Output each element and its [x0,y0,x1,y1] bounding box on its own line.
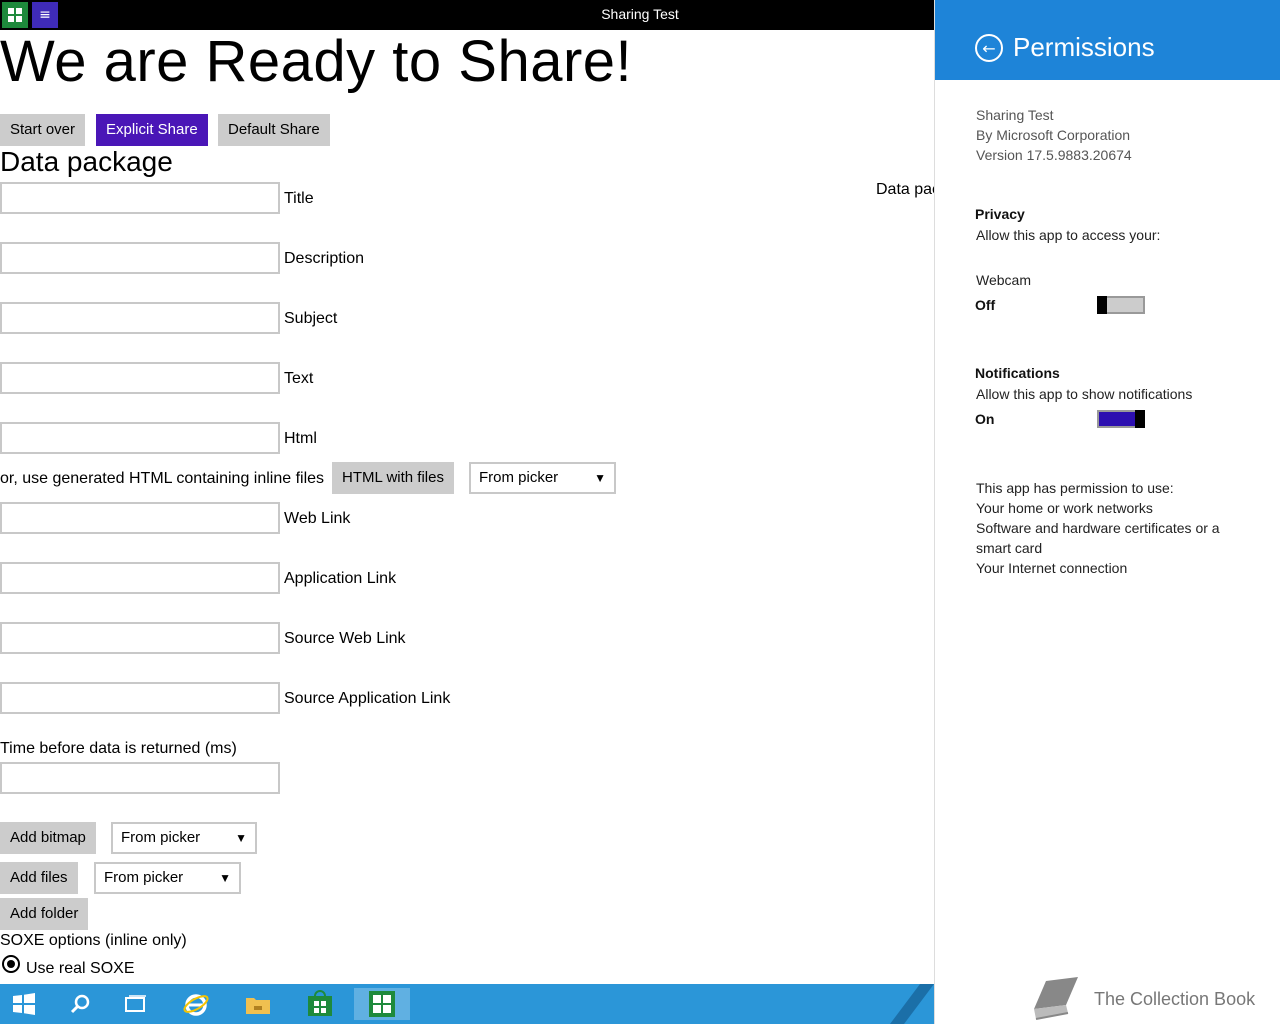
bitmap-source-value: From picker [121,829,201,846]
task-view-icon[interactable] [120,988,152,1020]
watermark: The Collection Book [1030,975,1280,1023]
permissions-panel: ← Permissions Sharing Test By Microsoft … [934,0,1280,1024]
bitmap-source-select[interactable]: From picker ▼ [111,822,257,854]
publisher: By Microsoft Corporation [976,127,1131,143]
html-input[interactable] [0,422,280,454]
watermark-text: The Collection Book [1094,989,1256,1009]
permission-item: Software and hardware certificates or a [976,520,1220,536]
title-input[interactable] [0,182,280,214]
source-web-link-input[interactable] [0,622,280,654]
web-link-input[interactable] [0,502,280,534]
application-link-label: Application Link [284,570,397,587]
panel-header: ← Permissions [935,0,1280,80]
app-name: Sharing Test [976,107,1054,123]
permission-heading: This app has permission to use: [976,480,1174,496]
subject-input[interactable] [0,302,280,334]
taskbar [0,984,934,1024]
source-web-link-label: Source Web Link [284,630,406,647]
time-input[interactable] [0,762,280,794]
web-link-label: Web Link [284,510,351,527]
default-share-button[interactable]: Default Share [218,114,330,146]
search-icon[interactable] [64,988,96,1020]
sharing-test-app-icon[interactable] [354,988,410,1020]
source-application-link-label: Source Application Link [284,690,451,707]
notifications-state: On [975,411,995,427]
panel-title: Permissions [1013,32,1155,62]
webcam-toggle[interactable] [1097,296,1145,314]
internet-explorer-icon[interactable] [180,988,212,1020]
section-title: Data package [0,146,173,177]
notifications-description: Allow this app to show notifications [976,386,1193,402]
chevron-down-icon: ▼ [594,471,606,485]
add-folder-button[interactable]: Add folder [0,898,89,930]
webcam-state: Off [975,297,996,313]
windows-start-icon[interactable] [8,988,40,1020]
html-files-source-value: From picker [479,469,559,486]
html-files-source-select[interactable]: From picker ▼ [469,462,616,494]
files-source-value: From picker [104,869,184,886]
title-bar: ≡ Sharing Test [0,0,934,30]
soxe-options-label: SOXE options (inline only) [0,932,187,949]
text-label: Text [284,370,314,387]
chevron-down-icon: ▼ [219,871,231,885]
notifications-toggle[interactable] [1097,410,1145,428]
subject-label: Subject [284,310,338,327]
store-icon[interactable] [304,988,336,1020]
text-input[interactable] [0,362,280,394]
page-heading: We are Ready to Share! [0,29,633,94]
html-with-files-button[interactable]: HTML with files [332,462,454,494]
truncated-label: Data pac [876,181,934,198]
html-label: Html [284,430,317,447]
html-files-prefix: or, use generated HTML containing inline… [0,470,325,487]
use-real-soxe-label: Use real SOXE [26,960,135,977]
description-label: Description [284,250,365,267]
toggle-knob [1135,410,1145,428]
back-arrow-icon[interactable]: ← [975,34,1003,62]
permission-item: smart card [976,540,1043,556]
add-bitmap-button[interactable]: Add bitmap [0,822,96,854]
use-real-soxe-radio[interactable] [2,955,20,973]
chevron-down-icon: ▼ [235,831,247,845]
source-application-link-input[interactable] [0,682,280,714]
taskbar-decoration [890,984,934,1024]
privacy-description: Allow this app to access your: [976,227,1161,243]
permission-item: Your home or work networks [976,500,1153,516]
description-input[interactable] [0,242,280,274]
toggle-knob [1097,296,1107,314]
add-files-button[interactable]: Add files [0,862,78,894]
book-icon [1034,977,1078,1020]
privacy-title: Privacy [975,206,1025,222]
file-explorer-icon[interactable] [242,988,274,1020]
title-label: Title [284,190,314,207]
application-link-input[interactable] [0,562,280,594]
explicit-share-button[interactable]: Explicit Share [96,114,208,146]
webcam-label: Webcam [976,272,1031,288]
permission-item: Your Internet connection [976,560,1128,576]
app-version: Version 17.5.9883.20674 [976,147,1132,163]
notifications-title: Notifications [975,365,1060,381]
start-over-button[interactable]: Start over [0,114,86,146]
files-source-select[interactable]: From picker ▼ [94,862,241,894]
time-label: Time before data is returned (ms) [0,740,237,757]
